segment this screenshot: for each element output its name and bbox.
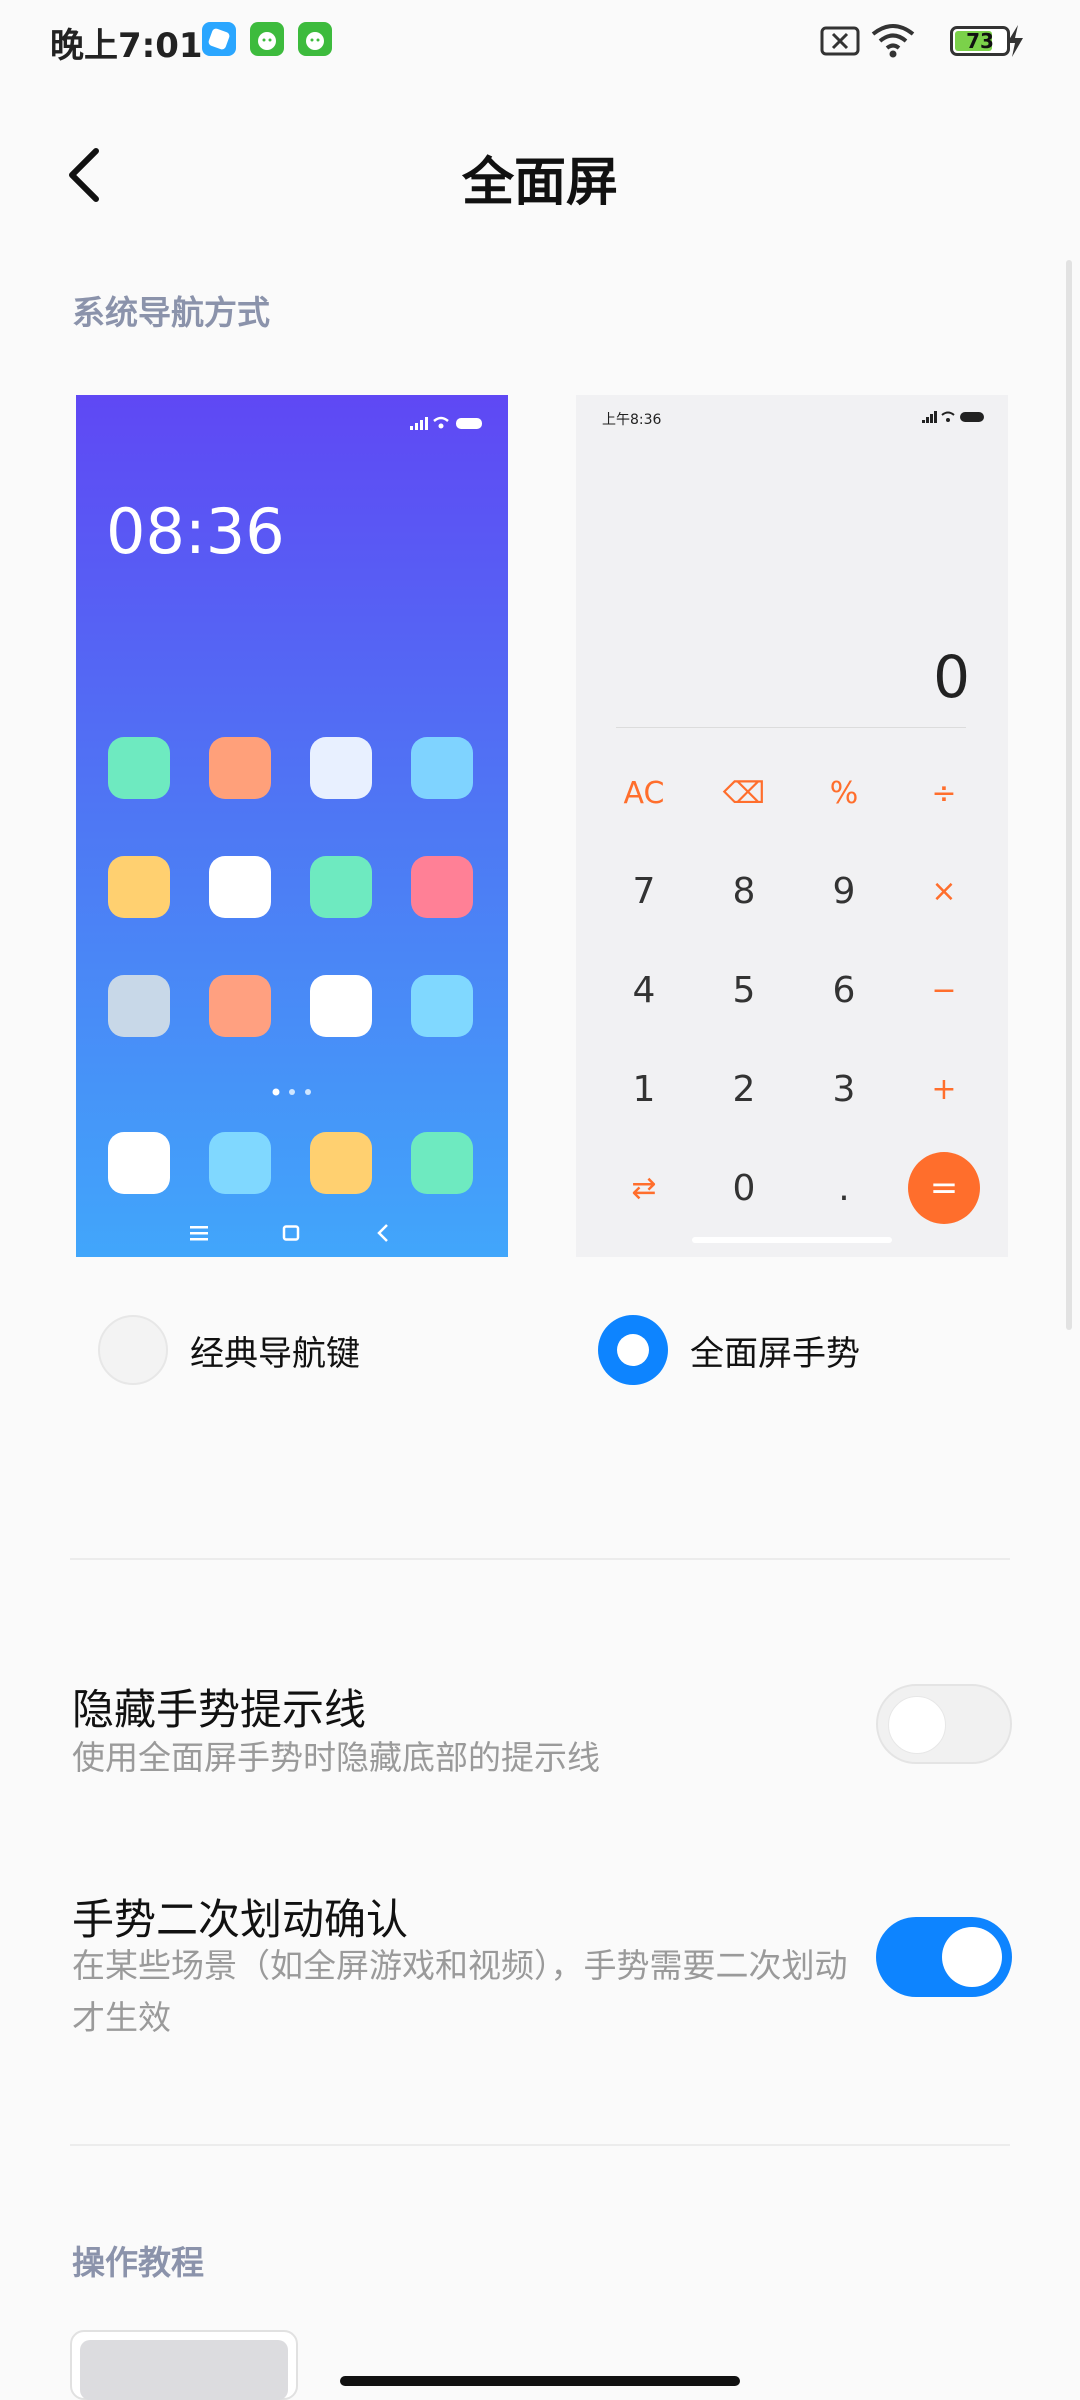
preview-app-icon xyxy=(310,975,372,1037)
calculator-display: 0 xyxy=(933,643,970,711)
setting-hide-hint-subtitle: 使用全面屏手势时隐藏底部的提示线 xyxy=(72,1738,600,1777)
preview-app-icon xyxy=(310,856,372,918)
calculator-divider xyxy=(616,727,966,728)
equals-button: = xyxy=(908,1152,980,1224)
gesture-nav-preview[interactable]: 上午8:36 0 AC ⌫% ÷ 7 8 9 × 4 5 6 − 1 2 3 + ⇄ 0. = xyxy=(576,395,1008,1257)
radio-unselected[interactable] xyxy=(98,1315,168,1385)
option-gesture-nav[interactable]: 全面屏手势 xyxy=(598,1310,860,1390)
calculator-key: 3 xyxy=(832,1068,856,1110)
page-dots xyxy=(272,1081,312,1100)
calculator-key: 1 xyxy=(632,1068,656,1110)
calculator-key: % xyxy=(829,775,859,811)
preview-app-icon xyxy=(209,1132,271,1194)
back-chevron-icon xyxy=(376,1223,390,1247)
preview-app-icon xyxy=(411,856,473,918)
calculator-key: 0 xyxy=(732,1167,756,1209)
calculator-key: 4 xyxy=(632,969,656,1011)
scrollbar[interactable] xyxy=(1066,260,1072,1330)
charging-icon xyxy=(1004,24,1026,62)
calculator-key: 9 xyxy=(832,870,856,912)
calculator-key: − xyxy=(931,972,957,1008)
setting-hide-hint-title: 隐藏手势提示线 xyxy=(72,1685,367,1734)
preview-app-icon xyxy=(108,1132,170,1194)
option-classic-label: 经典导航键 xyxy=(190,1333,360,1374)
preview-app-icon xyxy=(310,737,372,799)
calculator-key: × xyxy=(931,873,957,909)
home-indicator[interactable] xyxy=(340,2376,740,2386)
status-bar: 晚上7:01 73 xyxy=(0,0,1080,90)
battery-level: 73 xyxy=(966,29,994,53)
calculator-key: 5 xyxy=(732,969,756,1011)
preview-clock: 08:36 xyxy=(106,495,285,568)
double-swipe-toggle[interactable] xyxy=(876,1917,1012,1997)
calculator-key: 7 xyxy=(632,870,656,912)
no-sim-icon xyxy=(820,26,860,60)
divider xyxy=(70,1558,1010,1560)
calculator-key: ⇄ xyxy=(631,1170,657,1206)
calculator-key: ⌫ xyxy=(722,775,766,811)
calculator-key: ÷ xyxy=(931,775,957,811)
preview-app-icon xyxy=(411,975,473,1037)
hide-hint-toggle[interactable] xyxy=(876,1684,1012,1764)
app-icon-green-cat xyxy=(298,22,332,56)
preview-app-icon xyxy=(108,856,170,918)
tutorial-card[interactable] xyxy=(70,2330,298,2400)
preview-app-icon xyxy=(108,737,170,799)
option-classic-nav[interactable]: 经典导航键 xyxy=(98,1310,360,1390)
status-time: 晚上7:01 xyxy=(50,26,203,66)
section-title-tutorial: 操作教程 xyxy=(72,2243,204,2282)
radio-selected[interactable] xyxy=(598,1315,668,1385)
setting-double-swipe-subtitle: 在某些场景（如全屏游戏和视频），手势需要二次划动才生效 xyxy=(72,1946,848,2037)
section-title-navigation: 系统导航方式 xyxy=(72,293,270,332)
calculator-key: 8 xyxy=(732,870,756,912)
wifi-icon xyxy=(870,22,916,64)
gesture-hint-line xyxy=(692,1237,892,1243)
preview-status-icons xyxy=(922,409,986,428)
preview-status-time: 上午8:36 xyxy=(602,412,662,428)
calculator-key: 6 xyxy=(832,969,856,1011)
app-icon-blue xyxy=(202,22,236,56)
classic-nav-preview[interactable]: 08:36 xyxy=(76,395,508,1257)
preview-app-icon xyxy=(209,737,271,799)
calculator-key: + xyxy=(931,1071,957,1107)
setting-double-swipe-title: 手势二次划动确认 xyxy=(72,1895,409,1944)
preview-app-icon xyxy=(108,975,170,1037)
menu-icon xyxy=(190,1225,208,1245)
divider xyxy=(70,2144,1010,2146)
page-title: 全面屏 xyxy=(461,153,618,213)
calculator-key: . xyxy=(838,1167,850,1209)
calculator-key: = xyxy=(894,1138,994,1238)
option-gesture-label: 全面屏手势 xyxy=(690,1333,860,1374)
calculator-key: 2 xyxy=(732,1068,756,1110)
preview-app-icon xyxy=(209,856,271,918)
preview-app-icon xyxy=(411,737,473,799)
calculator-key: AC xyxy=(623,775,665,811)
app-icon-green-cat xyxy=(250,22,284,56)
preview-status-icons xyxy=(410,415,484,435)
preview-app-icon xyxy=(310,1132,372,1194)
home-square-icon xyxy=(282,1225,300,1245)
battery-icon: 73 xyxy=(950,26,1010,56)
preview-app-icon xyxy=(209,975,271,1037)
preview-app-icon xyxy=(411,1132,473,1194)
